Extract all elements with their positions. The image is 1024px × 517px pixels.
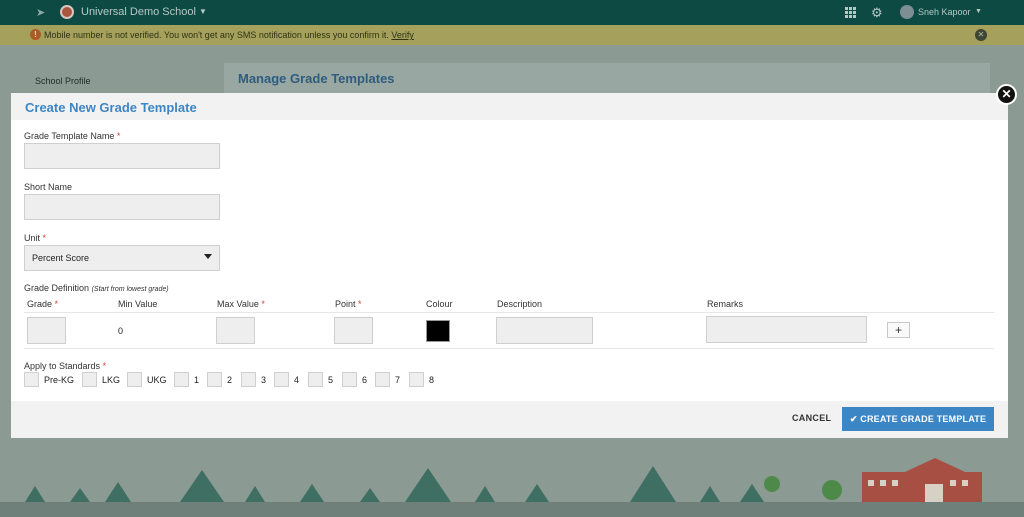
required-mark: *: [102, 361, 107, 371]
column-header-min-value: Min Value: [118, 299, 158, 309]
template-name-input[interactable]: [24, 143, 220, 169]
checkbox[interactable]: [308, 372, 323, 387]
school-name[interactable]: Universal Demo School: [81, 6, 196, 18]
school-dropdown-icon[interactable]: ▼: [199, 7, 207, 16]
close-notice-icon[interactable]: ✕: [975, 29, 987, 41]
required-mark: *: [261, 299, 265, 309]
row-divider: [24, 312, 994, 313]
page-title: Manage Grade Templates: [238, 71, 395, 86]
required-mark: *: [54, 299, 59, 309]
colour-picker[interactable]: [426, 320, 450, 342]
standard-label: LKG: [102, 375, 121, 385]
row-divider: [24, 348, 994, 349]
sidebar-item-school-profile[interactable]: School Profile: [35, 76, 91, 86]
checkbox[interactable]: [127, 372, 142, 387]
column-header-point-text: Point: [335, 299, 356, 309]
column-header-colour: Colour: [426, 299, 453, 309]
grade-input[interactable]: [27, 317, 66, 344]
warning-icon: !: [30, 29, 41, 40]
gear-icon[interactable]: ⚙: [871, 5, 883, 21]
column-header-point: Point *: [335, 299, 362, 309]
template-name-label: Grade Template Name *: [24, 131, 120, 141]
grade-definition-text: Grade Definition: [24, 283, 90, 293]
column-header-grade-text: Grade: [27, 299, 53, 309]
column-header-description: Description: [497, 299, 543, 309]
max-value-input[interactable]: [216, 317, 255, 344]
checkbox[interactable]: [174, 372, 189, 387]
checkbox[interactable]: [409, 372, 424, 387]
standards-label: Apply to Standards *: [24, 361, 106, 371]
checkbox[interactable]: [241, 372, 256, 387]
notice-text: Mobile number is not verified. You won't…: [44, 30, 414, 40]
top-navigation-bar: ➤ Universal Demo School ▼ ⚙ Sneh Kapoor …: [0, 0, 1024, 25]
unit-label: Unit *: [24, 233, 46, 243]
standard-label: UKG: [147, 375, 167, 385]
checkbox[interactable]: [342, 372, 357, 387]
verify-link[interactable]: Verify: [391, 30, 414, 40]
cancel-button[interactable]: CANCEL: [792, 413, 831, 423]
checkbox[interactable]: [24, 372, 39, 387]
column-header-max-value: Max Value *: [217, 299, 265, 309]
short-name-input[interactable]: [24, 194, 220, 220]
column-header-grade: Grade *: [27, 299, 58, 309]
column-header-remarks: Remarks: [707, 299, 744, 309]
checkbox[interactable]: [82, 372, 97, 387]
modal-header: Create New Grade Template: [11, 93, 1008, 120]
create-grade-template-modal: Create New Grade Template Grade Template…: [11, 93, 1008, 438]
checkbox[interactable]: [207, 372, 222, 387]
avatar[interactable]: [900, 5, 914, 19]
column-header-max-value-text: Max Value: [217, 299, 259, 309]
close-modal-button[interactable]: ✕: [996, 84, 1017, 105]
grade-definition-label: Grade Definition (Start from lowest grad…: [24, 283, 169, 293]
standard-label: 1: [194, 375, 200, 385]
standard-label: 2: [227, 375, 233, 385]
modal-title: Create New Grade Template: [25, 100, 197, 115]
notice-message: Mobile number is not verified. You won't…: [44, 30, 389, 40]
point-input[interactable]: [334, 317, 373, 344]
standard-label: 8: [429, 375, 435, 385]
footer-landscape-illustration: [0, 438, 1024, 517]
required-mark: *: [116, 131, 121, 141]
apps-grid-icon[interactable]: [845, 7, 856, 18]
required-mark: *: [358, 299, 362, 309]
unit-select[interactable]: Percent Score: [24, 245, 220, 271]
description-input[interactable]: [496, 317, 593, 344]
standard-label: 5: [328, 375, 334, 385]
standard-label: 6: [362, 375, 368, 385]
standard-label: 3: [261, 375, 267, 385]
unit-label-text: Unit: [24, 233, 41, 243]
school-logo-icon: [60, 5, 74, 19]
grade-definition-hint: (Start from lowest grade): [91, 286, 169, 293]
short-name-label: Short Name: [24, 182, 73, 192]
required-mark: *: [42, 233, 47, 243]
unit-selected-value: Percent Score: [32, 253, 90, 263]
modal-footer: CANCEL ✔ CREATE GRADE TEMPLATE: [11, 401, 1008, 438]
standards-label-text: Apply to Standards: [24, 361, 101, 371]
remarks-input[interactable]: [706, 316, 867, 343]
user-name[interactable]: Sneh Kapoor: [918, 7, 971, 17]
template-name-label-text: Grade Template Name: [24, 131, 115, 141]
standard-label: 4: [294, 375, 300, 385]
add-grade-row-button[interactable]: +: [887, 322, 910, 338]
verification-notice: ! Mobile number is not verified. You won…: [0, 25, 1024, 45]
create-grade-template-button[interactable]: ✔ CREATE GRADE TEMPLATE: [842, 407, 994, 431]
standard-label: Pre-KG: [44, 375, 75, 385]
app-logo-icon[interactable]: ➤: [36, 6, 48, 19]
user-dropdown-icon[interactable]: ▼: [975, 8, 982, 15]
checkbox[interactable]: [274, 372, 289, 387]
checkbox[interactable]: [375, 372, 390, 387]
standard-label: 7: [395, 375, 401, 385]
chevron-down-icon: [204, 254, 212, 259]
min-value: 0: [118, 326, 124, 336]
